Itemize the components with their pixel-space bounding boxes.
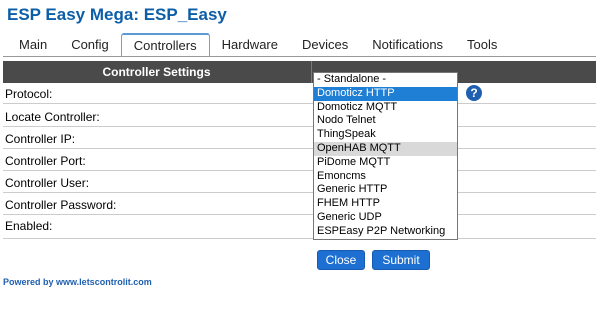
locate-controller-label: Locate Controller: [5,110,100,124]
protocol-option-hovered[interactable]: OpenHAB MQTT [314,141,457,156]
tab-tools[interactable]: Tools [455,34,509,56]
page-title: ESP Easy Mega: ESP_Easy [7,5,227,24]
header-divider [311,61,312,83]
row-divider [3,238,596,239]
protocol-option[interactable]: - Standalone - [314,73,457,87]
controller-ip-label: Controller IP: [5,132,76,146]
tab-hardware[interactable]: Hardware [210,34,290,56]
tab-controllers[interactable]: Controllers [120,33,210,56]
row-divider [3,170,596,171]
tab-bar: Main Config Controllers Hardware Devices… [7,33,509,56]
row-divider [3,103,596,104]
close-button[interactable]: Close [317,250,365,270]
submit-button[interactable]: Submit [372,250,430,270]
protocol-option[interactable]: ThingSpeak [314,128,457,142]
protocol-option[interactable]: Domoticz MQTT [314,101,457,115]
enabled-label: Enabled: [5,219,53,233]
protocol-dropdown-list[interactable]: - Standalone - Domoticz HTTP Domoticz MQ… [313,72,458,240]
protocol-label: Protocol: [5,87,53,101]
protocol-option[interactable]: Nodo Telnet [314,114,457,128]
settings-table-header: Controller Settings [3,61,596,83]
protocol-option[interactable]: FHEM HTTP [314,197,457,211]
help-icon[interactable]: ? [466,85,482,101]
table-header-label: Controller Settings [102,65,211,79]
footer-link[interactable]: Powered by www.letscontrolit.com [3,277,152,287]
tab-devices[interactable]: Devices [290,34,360,56]
protocol-option[interactable]: ESPEasy P2P Networking [314,225,457,239]
tab-main[interactable]: Main [7,34,59,56]
controller-port-label: Controller Port: [5,154,86,168]
protocol-option[interactable]: PiDome MQTT [314,156,457,170]
row-divider [3,126,596,127]
protocol-option-selected[interactable]: Domoticz HTTP [314,86,457,101]
row-divider [3,148,596,149]
protocol-option[interactable]: Emoncms [314,170,457,184]
row-divider [3,214,596,215]
tab-divider [3,56,596,57]
controller-password-label: Controller Password: [5,198,117,212]
tab-config[interactable]: Config [59,34,121,56]
protocol-option[interactable]: Generic HTTP [314,183,457,197]
row-divider [3,192,596,193]
controller-user-label: Controller User: [5,176,90,190]
protocol-option[interactable]: Generic UDP [314,211,457,225]
tab-notifications[interactable]: Notifications [360,34,455,56]
